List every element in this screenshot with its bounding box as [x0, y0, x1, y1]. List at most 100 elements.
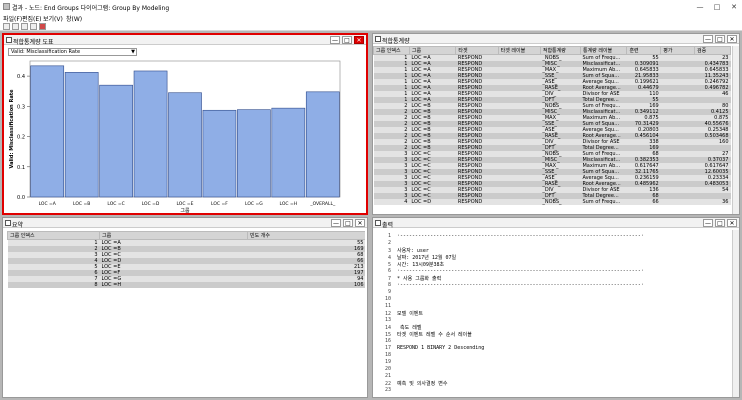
- bar[interactable]: [202, 109, 237, 198]
- line-number: 23: [384, 387, 391, 393]
- line-number: 1: [387, 233, 391, 239]
- output-line: 1 ·--------------------------------------…: [377, 233, 644, 239]
- column-header[interactable]: 그룹: [408, 46, 457, 55]
- pane-restore-button[interactable]: □: [342, 36, 352, 44]
- column-header[interactable]: 통계량 레이블: [579, 46, 628, 55]
- pane-header: 출력 — □ ✕: [373, 218, 739, 229]
- bar[interactable]: [271, 107, 306, 198]
- chart-icon[interactable]: [39, 23, 46, 30]
- column-header[interactable]: 검증: [694, 46, 731, 55]
- pane-restore-button[interactable]: □: [715, 219, 725, 227]
- column-header[interactable]: 빈도 개수: [247, 231, 365, 240]
- vertical-scrollbar[interactable]: [732, 46, 739, 214]
- bar-chart: 0.0 0.1 0.2 0.3 0.4 LOC =A LOC =B LOC =C LOC =D L…: [9, 60, 341, 213]
- line-number: 11: [384, 303, 391, 309]
- table-cell: 36: [694, 199, 731, 205]
- line-number: 9: [387, 289, 391, 295]
- line-number: 6: [387, 268, 391, 274]
- table-cell: [660, 199, 695, 205]
- table-cell: 8: [7, 282, 100, 288]
- bar[interactable]: [305, 91, 340, 198]
- pane-close-button[interactable]: ✕: [354, 36, 364, 44]
- column-header[interactable]: 타겟 레이블: [497, 46, 541, 55]
- column-header[interactable]: 그룹 인덱스: [7, 231, 100, 240]
- pane-header: 적합통계량 도표 — □ ✕: [4, 35, 366, 46]
- pane-header: 요약 — □ ✕: [3, 218, 367, 229]
- line-number: 8: [387, 282, 391, 288]
- output-line: 7 * 사용 그룹화 출력: [377, 275, 441, 282]
- open-icon[interactable]: [12, 23, 19, 30]
- line-number: 16: [384, 338, 391, 344]
- x-tick-label: LOC =A: [39, 201, 57, 207]
- minimize-button[interactable]: —: [693, 2, 707, 12]
- y-axis-label: Valid: Misclassification Rate: [9, 89, 15, 169]
- line-text: ·---------------------------------------…: [397, 268, 644, 274]
- output-text[interactable]: 1 ·--------------------------------------…: [373, 230, 731, 397]
- column-header[interactable]: 적합통계량: [539, 46, 581, 55]
- bar[interactable]: [64, 72, 99, 198]
- y-tick-label: 0.2: [17, 135, 25, 141]
- pane-restore-button[interactable]: □: [343, 219, 353, 227]
- pane-minimize-button[interactable]: —: [703, 219, 713, 227]
- statistic-dropdown[interactable]: Valid: Misclassification Rate ▼: [8, 48, 137, 56]
- output-line: 22 예측 및 의사결정 변수: [377, 380, 447, 387]
- vertical-scrollbar[interactable]: [732, 230, 739, 397]
- summary-pane: 요약 — □ ✕ 그룹 인덱스 그룹 빈도 개수 1 LOC =A 55 2 LOC =B 1…: [2, 217, 368, 398]
- bar[interactable]: [133, 70, 168, 198]
- pane-minimize-button[interactable]: —: [330, 36, 340, 44]
- pane-minimize-button[interactable]: —: [331, 219, 341, 227]
- table-row[interactable]: 4 LOC =D RESPOND _NOBS_ Sum of Frequ... 66 36: [373, 199, 731, 205]
- pane-title: 요약: [12, 222, 24, 229]
- pane-title: 적합통계량: [382, 38, 410, 45]
- pane-restore-button[interactable]: □: [715, 35, 725, 43]
- column-header[interactable]: 그룹 인덱스: [373, 46, 410, 55]
- output-line: 12 모델 이벤트: [377, 310, 423, 317]
- output-line: 19: [377, 359, 397, 365]
- column-header[interactable]: 훈련: [626, 46, 662, 55]
- line-number: 2: [387, 240, 391, 246]
- output-line: 21: [377, 373, 397, 379]
- output-line: 11: [377, 303, 397, 309]
- output-line: 15 타겟 이벤트 레벨 수 순서 레이블: [377, 331, 472, 338]
- output-line: 18: [377, 352, 397, 358]
- bar[interactable]: [168, 92, 202, 198]
- output-line: 2: [377, 240, 397, 246]
- table-row[interactable]: 8 LOC =H 106: [7, 282, 365, 288]
- y-tick-label: 0.4: [17, 74, 25, 80]
- x-axis-label: 그룹: [180, 208, 190, 213]
- pane-close-button[interactable]: ✕: [727, 35, 737, 43]
- fit-statistics-grid: 그룹 인덱스 그룹 타겟 타겟 레이블 적합통계량 통계량 레이블 훈련 평가 검증 1 LOC …: [373, 46, 731, 214]
- table-cell: _NOBS_: [540, 199, 581, 205]
- table-window-icon: [375, 36, 381, 42]
- pane-minimize-button[interactable]: —: [703, 35, 713, 43]
- pane-title: 적합통계량 도표: [13, 39, 54, 46]
- pane-close-button[interactable]: ✕: [727, 219, 737, 227]
- bar[interactable]: [30, 65, 65, 198]
- bar[interactable]: [237, 109, 271, 198]
- x-tick-label: LOC =H: [280, 201, 298, 207]
- maximize-button[interactable]: □: [710, 2, 724, 12]
- table-cell: LOC =D: [409, 199, 456, 205]
- x-tick-label: _OVERALL_: [309, 201, 336, 207]
- close-button[interactable]: ✕: [727, 2, 741, 12]
- line-number: 21: [384, 373, 391, 379]
- fit-statistics-table: 그룹 인덱스 그룹 타겟 타겟 레이블 적합통계량 통계량 레이블 훈련 평가 검증 1 LOC …: [373, 46, 731, 205]
- column-header[interactable]: 그룹: [99, 231, 248, 240]
- table-cell: Sum of Frequ...: [580, 199, 627, 205]
- copy-icon[interactable]: [30, 23, 37, 30]
- print-icon[interactable]: [21, 23, 28, 30]
- output-line: 20: [377, 366, 397, 372]
- x-tick-label: LOC =E: [176, 201, 193, 207]
- column-header[interactable]: 타겟: [455, 46, 499, 55]
- column-header[interactable]: 평가: [660, 46, 696, 55]
- line-number: 17: [384, 345, 391, 351]
- line-text: RESPOND 1 BINARY 2 Descending: [397, 345, 485, 351]
- bar[interactable]: [99, 84, 133, 198]
- new-icon[interactable]: [3, 23, 10, 30]
- pane-header: 적합통계량 — □ ✕: [373, 34, 739, 45]
- fit-statistics-chart-pane: 적합통계량 도표 — □ ✕ Valid: Misclassification …: [2, 33, 368, 215]
- table-cell: RESPOND: [455, 199, 499, 205]
- pane-close-button[interactable]: ✕: [355, 219, 365, 227]
- x-tick-label: LOC =B: [73, 201, 90, 207]
- fit-statistics-pane: 적합통계량 — □ ✕ 그룹 인덱스 그룹 타겟 타겟 레이블 적합통계량 통계량 레이블…: [372, 33, 740, 215]
